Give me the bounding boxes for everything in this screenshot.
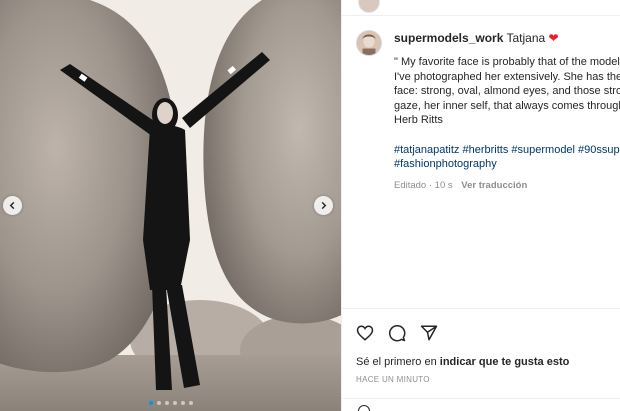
caption-line: Herb Ritts [394,114,443,126]
carousel-dot [188,401,193,405]
add-comment-area [342,398,620,411]
carousel-dot [148,401,153,405]
carousel-dot [164,401,169,405]
likes-line: Sé el primero en indicar que te gusta es… [356,356,569,368]
post-header [342,0,620,16]
chevron-left-icon [9,201,15,210]
carousel-prev-button[interactable] [3,196,22,215]
caption-title: Tatjana [506,31,546,45]
carousel-dot [156,401,161,405]
post-timestamp: Hace un minuto [356,375,430,384]
caption-line: " My favorite face is probably that of t… [394,56,620,68]
heart-outline-icon[interactable] [356,324,374,342]
instagram-post: supermodels_work Tatjana ❤ " My favorite… [0,0,620,411]
header-avatar[interactable] [358,0,380,13]
author-avatar[interactable] [356,30,382,56]
likes-prefix: Sé el primero en [356,356,440,368]
post-image-carousel[interactable] [0,0,341,411]
comment-bubble-icon[interactable] [388,324,406,342]
caption-line: face: strong, oval, almond eyes, and tho… [394,85,620,97]
post-side-panel: supermodels_work Tatjana ❤ " My favorite… [341,0,620,411]
caption-line: gaze, her inner self, that always comes … [394,99,620,112]
carousel-dot [172,401,177,405]
see-translation-link[interactable]: Ver traducción [461,180,527,191]
post-photo [0,0,341,411]
actions-divider [342,308,620,309]
post-actions [356,324,438,342]
caption-text: " My favorite face is probably that of t… [394,55,620,128]
caption-line: I've photographed her extensively. She h… [394,70,620,83]
caption-meta: Editado · 10 s Ver traducción [394,180,620,191]
hashtag-links[interactable]: #tatjanapatitz #herbritts #supermodel #9… [394,144,620,156]
edited-label: Editado · 10 s [394,179,453,191]
caption-header: supermodels_work Tatjana ❤ [394,30,620,46]
carousel-next-button[interactable] [314,196,333,215]
paper-plane-icon[interactable] [420,324,438,342]
hashtag-link[interactable]: #fashionphotography [394,158,497,170]
carousel-dots [0,401,341,405]
chevron-right-icon [321,201,327,210]
hashtags: #tatjanapatitz #herbritts #supermodel #9… [394,143,620,172]
like-first-link[interactable]: indicar que te gusta esto [440,356,570,368]
author-username[interactable]: supermodels_work [394,31,503,45]
carousel-dot [180,401,185,405]
red-heart-emoji-icon: ❤ [548,31,559,45]
emoji-icon[interactable] [358,405,370,411]
